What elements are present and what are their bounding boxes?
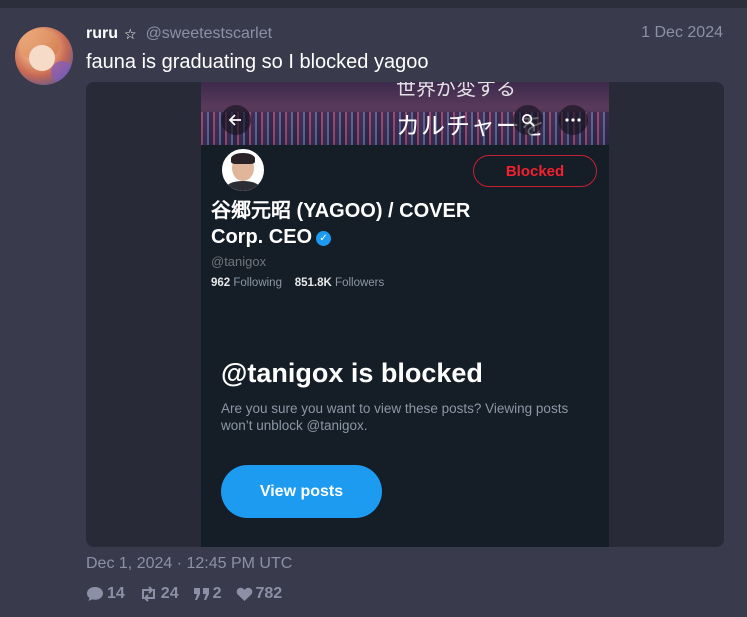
- post-card: ruru ☆ @sweetestscarlet 1 Dec 2024 fauna…: [0, 8, 747, 617]
- more-options-icon: [558, 105, 588, 135]
- quote-icon: [193, 586, 210, 602]
- blocked-description: Are you sure you want to view these post…: [221, 401, 569, 433]
- following-label: Following: [233, 277, 282, 289]
- following-count: 962: [211, 277, 231, 289]
- follow-stats: 962 Following 851.8K Followers: [211, 277, 384, 289]
- view-posts-button: View posts: [221, 465, 382, 518]
- back-arrow-icon: [221, 105, 251, 135]
- avatar[interactable]: [15, 27, 73, 85]
- post-timestamp[interactable]: Dec 1, 2024 · 12:45 PM UTC: [86, 555, 292, 573]
- profile-photo-body: [226, 181, 260, 191]
- post-stats: 14 24 2 782: [86, 585, 282, 603]
- repost-icon: [139, 586, 158, 602]
- quote-count: 2: [212, 585, 222, 602]
- like-count: 782: [255, 585, 283, 602]
- heart-icon: [236, 587, 253, 602]
- screenshot-image: 世界が変する カルチャーを Blocked 谷郷元昭 (YAGOO) / COV…: [201, 82, 609, 547]
- profile-handle: @tanigox: [211, 254, 267, 269]
- banner-text-top: 世界が変する: [396, 82, 516, 100]
- post-header: ruru ☆ @sweetestscarlet: [86, 24, 272, 44]
- top-bar: [0, 0, 747, 8]
- repost-count: 24: [160, 585, 179, 602]
- star-icon: ☆: [124, 25, 137, 42]
- user-handle[interactable]: @sweetestscarlet: [146, 25, 273, 43]
- reply-icon: [86, 586, 104, 602]
- verified-badge-icon: ✓: [316, 231, 332, 246]
- profile-banner: 世界が変する カルチャーを: [201, 82, 609, 145]
- search-icon: [513, 105, 543, 135]
- reply-count: 14: [107, 585, 125, 602]
- profile-name: 谷郷元昭 (YAGOO) / COVER Corp. CEO ✓: [211, 198, 511, 250]
- quote-stat[interactable]: 2: [193, 585, 222, 603]
- repost-stat[interactable]: 24: [139, 585, 179, 603]
- followers-label: Followers: [335, 277, 385, 289]
- profile-name-text: 谷郷元昭 (YAGOO) / COVER Corp. CEO: [211, 200, 471, 248]
- like-stat[interactable]: 782: [236, 585, 283, 603]
- blocked-title: @tanigox is blocked: [221, 358, 483, 388]
- post-text: fauna is graduating so I blocked yagoo: [86, 51, 429, 73]
- avatar-accent: [51, 61, 73, 83]
- profile-photo-hair: [231, 153, 255, 164]
- display-name[interactable]: ruru: [86, 25, 118, 43]
- followers-count: 851.8K: [294, 277, 332, 289]
- media-attachment[interactable]: 世界が変する カルチャーを Blocked 谷郷元昭 (YAGOO) / COV…: [86, 82, 724, 547]
- post-date[interactable]: 1 Dec 2024: [641, 24, 723, 42]
- blocked-button: Blocked: [473, 155, 597, 187]
- reply-stat[interactable]: 14: [86, 585, 125, 603]
- profile-photo: [220, 147, 266, 193]
